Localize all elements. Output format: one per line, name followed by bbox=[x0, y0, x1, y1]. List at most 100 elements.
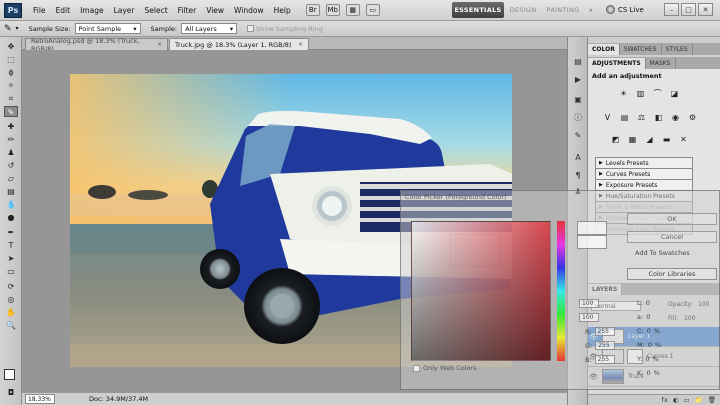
menu-image[interactable]: Image bbox=[75, 6, 109, 15]
menu-layer[interactable]: Layer bbox=[109, 6, 140, 15]
3d-rotate-tool-icon[interactable]: ⟳ bbox=[4, 281, 18, 292]
eraser-tool-icon[interactable]: ▱ bbox=[4, 173, 18, 184]
channel-mixer-icon[interactable]: ⚙ bbox=[687, 113, 698, 123]
delete-layer-icon[interactable]: 🗑 bbox=[708, 396, 716, 404]
l-value[interactable]: 0 bbox=[646, 299, 650, 307]
brush-panel-icon[interactable]: ✎ bbox=[572, 131, 584, 141]
sample-size-select[interactable]: Point Sample ▾ bbox=[74, 23, 141, 34]
tab-swatches[interactable]: SWATCHES bbox=[620, 44, 662, 55]
mini-bridge-icon[interactable]: Mb bbox=[325, 4, 340, 16]
cs-live-button[interactable]: CS Live bbox=[606, 5, 644, 14]
3d-orbit-tool-icon[interactable]: ◎ bbox=[4, 294, 18, 305]
a-value[interactable]: 0 bbox=[646, 313, 650, 321]
pen-tool-icon[interactable]: ✒ bbox=[4, 227, 18, 238]
tab-masks[interactable]: MASKS bbox=[646, 58, 676, 69]
crop-tool-icon[interactable]: ⌗ bbox=[4, 93, 18, 104]
r-field[interactable]: 255 bbox=[594, 327, 615, 336]
close-tab-icon[interactable]: × bbox=[157, 41, 162, 48]
brightness-contrast-icon[interactable]: ☀ bbox=[618, 89, 629, 99]
zoom-level-field[interactable]: 18.33% bbox=[25, 394, 55, 404]
close-tab-icon[interactable]: × bbox=[298, 41, 303, 48]
history-panel-icon[interactable]: ▤ bbox=[572, 57, 584, 67]
ok-button[interactable]: OK bbox=[627, 213, 717, 225]
workspace-essentials-button[interactable]: ESSENTIALS bbox=[452, 2, 504, 18]
menu-view[interactable]: View bbox=[201, 6, 229, 15]
k-value[interactable]: 0 bbox=[646, 369, 650, 377]
tab-truck[interactable]: Truck.jpg @ 18.3% (Layer 1, RGB/8) × bbox=[169, 38, 309, 50]
menu-help[interactable]: Help bbox=[269, 6, 296, 15]
healing-brush-tool-icon[interactable]: ✚ bbox=[4, 121, 18, 132]
tab-adjustments[interactable]: ADJUSTMENTS bbox=[588, 58, 646, 69]
menu-file[interactable]: File bbox=[28, 6, 51, 15]
c-value[interactable]: 0 bbox=[647, 327, 651, 335]
dodge-tool-icon[interactable]: ● bbox=[4, 212, 18, 223]
levels-icon[interactable]: ▥ bbox=[635, 89, 646, 99]
menu-edit[interactable]: Edit bbox=[51, 6, 76, 15]
black-white-icon[interactable]: ◧ bbox=[653, 113, 664, 123]
curves-icon[interactable]: ⌒ bbox=[652, 89, 663, 99]
eyedropper-tool-icon[interactable]: ✎ bbox=[4, 106, 18, 117]
maximize-button[interactable]: □ bbox=[681, 3, 696, 16]
shape-tool-icon[interactable]: ▭ bbox=[4, 266, 18, 277]
gradient-map-icon[interactable]: ▬ bbox=[661, 135, 672, 145]
clone-stamp-tool-icon[interactable]: ♟ bbox=[4, 147, 18, 158]
only-web-colors-checkbox[interactable]: Only Web Colors bbox=[413, 364, 477, 372]
cancel-button[interactable]: Cancel bbox=[627, 231, 717, 243]
b-field[interactable]: 100 bbox=[579, 313, 599, 322]
threshold-icon[interactable]: ◢ bbox=[644, 135, 655, 145]
character-panel-icon[interactable]: A bbox=[572, 153, 584, 163]
new-group-icon[interactable]: 📁 bbox=[695, 396, 703, 404]
actions-panel-icon[interactable]: ▶ bbox=[572, 75, 584, 85]
zoom-tool-icon[interactable]: 🔍 bbox=[4, 320, 18, 331]
blur-tool-icon[interactable]: 💧 bbox=[4, 199, 18, 210]
arrange-documents-icon[interactable]: ▦ bbox=[345, 4, 360, 16]
menu-filter[interactable]: Filter bbox=[173, 6, 202, 15]
posterize-icon[interactable]: ▦ bbox=[627, 135, 638, 145]
b-channel-field[interactable]: 255 bbox=[594, 355, 615, 364]
new-layer-icon[interactable]: ▭ bbox=[683, 396, 689, 404]
path-selection-tool-icon[interactable]: ➤ bbox=[4, 253, 18, 264]
brush-tool-icon[interactable]: ✏ bbox=[4, 134, 18, 145]
marquee-tool-icon[interactable]: ⬚ bbox=[4, 54, 18, 65]
tab-styles[interactable]: STYLES bbox=[662, 44, 693, 55]
document-size[interactable]: Doc: 34.9M/37.4M bbox=[89, 395, 148, 403]
menu-window[interactable]: Window bbox=[229, 6, 269, 15]
adjustment-layer-icon[interactable]: ◐ bbox=[673, 396, 679, 404]
g-field[interactable]: 255 bbox=[595, 341, 616, 350]
menu-select[interactable]: Select bbox=[140, 6, 173, 15]
bridge-icon[interactable]: Br bbox=[305, 4, 320, 16]
layer-effects-icon[interactable]: fx bbox=[662, 396, 668, 404]
tab-color[interactable]: COLOR bbox=[588, 44, 620, 55]
screen-mode-icon[interactable]: ▭ bbox=[365, 4, 380, 16]
workspace-design-button[interactable]: DESIGN bbox=[508, 2, 538, 18]
color-field[interactable] bbox=[411, 221, 551, 361]
m-value[interactable]: 0 bbox=[648, 341, 652, 349]
quick-mask-icon[interactable]: ◘ bbox=[4, 387, 18, 398]
hand-tool-icon[interactable]: ✋ bbox=[4, 307, 18, 318]
s-field[interactable]: 100 bbox=[579, 299, 599, 308]
foreground-color-swatch[interactable] bbox=[4, 369, 15, 380]
hue-saturation-icon[interactable]: ▤ bbox=[619, 113, 630, 123]
tab-retroanalog[interactable]: RetroAnalog.psd @ 18.3% (Truck, RGB/8) × bbox=[25, 37, 168, 53]
workspace-painting-button[interactable]: PAINTING bbox=[546, 2, 580, 18]
show-sampling-ring-checkbox[interactable]: Show Sampling Ring bbox=[247, 25, 323, 33]
tool-preset-chevron-icon[interactable]: ▾ bbox=[16, 25, 19, 32]
hue-slider[interactable] bbox=[557, 221, 565, 361]
info-panel-icon[interactable]: ⓘ bbox=[572, 113, 584, 123]
paragraph-panel-icon[interactable]: ¶ bbox=[572, 171, 584, 181]
y-value[interactable]: 0 bbox=[645, 355, 649, 363]
photo-filter-icon[interactable]: ◉ bbox=[670, 113, 681, 123]
type-tool-icon[interactable]: T bbox=[4, 240, 18, 251]
history-brush-tool-icon[interactable]: ↺ bbox=[4, 160, 18, 171]
navigator-panel-icon[interactable]: ▣ bbox=[572, 95, 584, 105]
sample-select[interactable]: All Layers ▾ bbox=[181, 23, 238, 34]
selective-color-icon[interactable]: ✕ bbox=[678, 135, 689, 145]
lasso-tool-icon[interactable]: ϕ bbox=[4, 67, 18, 78]
minimize-button[interactable]: – bbox=[664, 3, 679, 16]
vibrance-icon[interactable]: V bbox=[602, 113, 613, 123]
close-button[interactable]: ✕ bbox=[698, 3, 713, 16]
exposure-icon[interactable]: ◪ bbox=[669, 89, 680, 99]
quick-select-tool-icon[interactable]: ✧ bbox=[4, 80, 18, 91]
gradient-tool-icon[interactable]: ▤ bbox=[4, 186, 18, 197]
eyedropper-tool-icon[interactable]: ✎ bbox=[4, 24, 12, 34]
